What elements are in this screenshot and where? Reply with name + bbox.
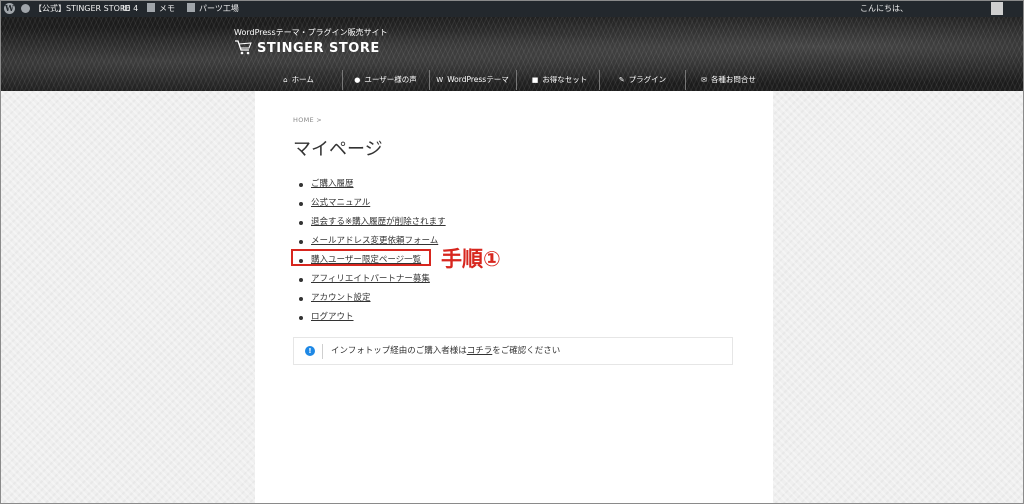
menu-item-affiliate[interactable]: アフィリエイトパートナー募集 — [293, 270, 446, 289]
highlight-box — [291, 249, 431, 266]
wordpress-icon: W — [436, 76, 444, 84]
notice-link[interactable]: コチラ — [467, 346, 493, 356]
plug-icon: ✎ — [618, 76, 625, 84]
admin-greeting[interactable]: こんにちは、 — [860, 1, 908, 17]
gift-icon: ■ — [531, 76, 539, 84]
notice-box: ! インフォトップ経由のご購入者様はコチラをご確認ください — [293, 337, 733, 365]
menu-item-withdraw[interactable]: 退会する※購入履歴が削除されます — [293, 213, 446, 232]
nav-label: プラグイン — [628, 75, 667, 84]
menu-link[interactable]: ログアウト — [311, 312, 354, 322]
parts-icon — [187, 3, 195, 12]
site-header: WordPressテーマ・プラグイン販売サイト STINGER STORE ⌂ ホ… — [1, 17, 1023, 91]
notice-divider — [322, 344, 323, 359]
menu-link[interactable]: ご購入履歴 — [311, 179, 354, 189]
menu-link[interactable]: 退会する※購入履歴が削除されます — [311, 217, 446, 227]
nav-label: WordPressテーマ — [447, 75, 509, 84]
cart-icon[interactable] — [234, 39, 252, 55]
browser-frame: W 【公式】STINGER STORE ID 4 メモ パーツ工場 こんにちは、… — [0, 0, 1024, 504]
nav-item-contact[interactable]: ✉ 各種お問合せ — [686, 69, 771, 91]
admin-parts-label: パーツ工場 — [199, 4, 239, 13]
nav-item-themes[interactable]: W WordPressテーマ — [430, 69, 515, 91]
menu-link[interactable]: メールアドレス変更依頼フォーム — [311, 236, 438, 246]
page-title: マイページ — [293, 139, 383, 160]
nav-item-sets[interactable]: ■ お得なセット — [517, 69, 602, 91]
admin-memo-label: メモ — [159, 4, 175, 13]
nav-item-voices[interactable]: ● ユーザー様の声 — [343, 69, 428, 91]
notice-text-after: をご確認ください — [492, 346, 561, 356]
site-logo[interactable]: STINGER STORE — [257, 41, 380, 56]
site-tagline: WordPressテーマ・プラグイン販売サイト — [234, 28, 388, 37]
site-home-icon[interactable] — [21, 4, 30, 13]
main-nav: ⌂ ホーム ● ユーザー様の声 W WordPressテーマ ■ お得なセット ✎ プラグ… — [256, 69, 776, 91]
nav-label: お得なセット — [542, 75, 588, 84]
menu-link[interactable]: アカウント設定 — [311, 293, 371, 303]
menu-item-logout[interactable]: ログアウト — [293, 308, 446, 327]
menu-item-purchase-history[interactable]: ご購入履歴 — [293, 175, 446, 194]
menu-link[interactable]: アフィリエイトパートナー募集 — [311, 274, 430, 284]
home-icon: ⌂ — [283, 76, 288, 84]
admin-site-link[interactable]: 【公式】STINGER STORE — [34, 1, 131, 17]
menu-link[interactable]: 公式マニュアル — [311, 198, 370, 208]
envelope-icon: ✉ — [701, 76, 707, 84]
menu-item-manual[interactable]: 公式マニュアル — [293, 194, 446, 213]
nav-label: ホーム — [291, 75, 314, 84]
admin-id-count[interactable]: ID 4 — [122, 1, 138, 17]
memo-icon — [147, 3, 155, 12]
notice-text-before: インフォトップ経由のご購入者様は — [331, 346, 467, 356]
breadcrumb[interactable]: HOME > — [293, 116, 322, 124]
admin-bar: W 【公式】STINGER STORE ID 4 メモ パーツ工場 こんにちは、 — [1, 1, 1023, 17]
avatar[interactable] — [991, 2, 1003, 15]
content-panel: HOME > マイページ ご購入履歴 公式マニュアル 退会する※購入履歴が削除さ… — [255, 91, 773, 503]
nav-label: ユーザー様の声 — [364, 75, 417, 84]
admin-memo[interactable]: メモ — [147, 1, 175, 17]
notice-text: インフォトップ経由のご購入者様はコチラをご確認ください — [331, 338, 560, 364]
wordpress-logo-icon[interactable]: W — [4, 3, 15, 14]
info-icon: ! — [305, 346, 315, 356]
menu-item-account-settings[interactable]: アカウント設定 — [293, 289, 446, 308]
admin-parts[interactable]: パーツ工場 — [187, 1, 239, 17]
comments-icon: ● — [354, 76, 361, 84]
step-annotation: 手順① — [441, 247, 501, 271]
nav-item-home[interactable]: ⌂ ホーム — [256, 69, 341, 91]
nav-item-plugins[interactable]: ✎ プラグイン — [600, 69, 685, 91]
nav-label: 各種お問合せ — [710, 75, 756, 84]
